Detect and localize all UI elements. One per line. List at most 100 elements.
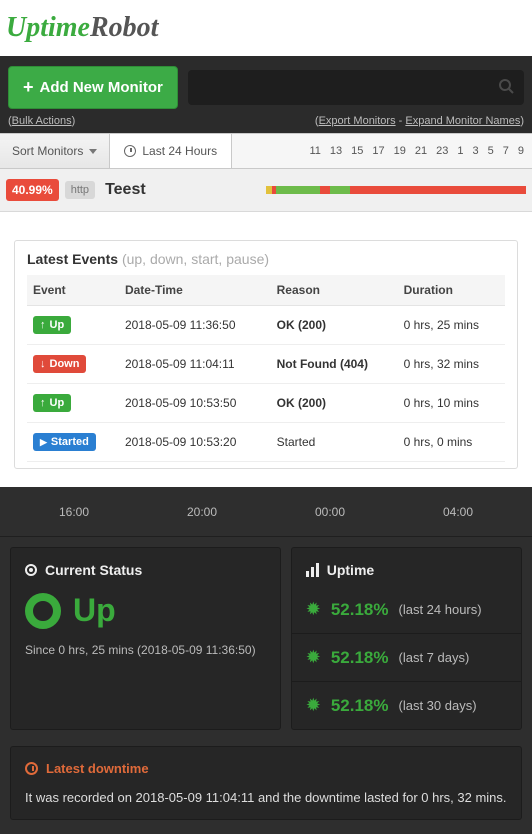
- hour-tick[interactable]: 21: [415, 145, 427, 157]
- time-axis: 16:00 20:00 00:00 04:00: [0, 487, 532, 537]
- cell: Not Found (404): [271, 345, 398, 384]
- status-ring-icon: [25, 593, 61, 629]
- status-value: Up: [73, 592, 116, 629]
- hour-tick[interactable]: 5: [488, 145, 494, 157]
- monitor-row[interactable]: 40.99% http Teest: [0, 169, 532, 212]
- arrow-down-icon: [40, 358, 46, 370]
- timeline-tick: 20:00: [187, 505, 217, 519]
- cell: 2018-05-09 10:53:20: [119, 423, 271, 462]
- logo[interactable]: UptimeRobot: [0, 0, 532, 56]
- col-reason: Reason: [271, 275, 398, 306]
- event-badge-down: Down: [33, 355, 86, 373]
- uptime-row: ✹ 52.18% (last 7 days): [292, 633, 521, 681]
- sort-label: Sort Monitors: [12, 144, 83, 158]
- cell: 2018-05-09 11:36:50: [119, 306, 271, 345]
- uptime-pct: 52.18%: [331, 696, 389, 716]
- monitor-name: Teest: [105, 181, 146, 199]
- downtime-title: Latest downtime: [46, 761, 149, 776]
- burst-icon: ✹: [306, 695, 321, 716]
- dashboard: 16:00 20:00 00:00 04:00 Current Status Up S…: [0, 487, 532, 834]
- monitor-type-badge: http: [65, 181, 95, 199]
- col-event: Event: [27, 275, 119, 306]
- downtime-text: It was recorded on 2018-05-09 11:04:11 a…: [25, 790, 507, 805]
- bulk-actions-link[interactable]: Bulk Actions: [12, 115, 72, 127]
- uptime-pct-badge: 40.99%: [6, 179, 59, 201]
- cell: 0 hrs, 25 mins: [398, 306, 505, 345]
- events-title: Latest Events (up, down, start, pause): [27, 251, 505, 267]
- col-datetime: Date-Time: [119, 275, 271, 306]
- clock-icon: [124, 145, 136, 157]
- hour-tick[interactable]: 7: [503, 145, 509, 157]
- search-icon[interactable]: [498, 78, 514, 97]
- hour-tick[interactable]: 13: [330, 145, 342, 157]
- hour-tick[interactable]: 11: [309, 145, 320, 157]
- arrow-up-icon: [40, 397, 46, 409]
- cell: OK (200): [271, 384, 398, 423]
- hour-tick[interactable]: 3: [473, 145, 479, 157]
- uptime-card: Uptime ✹ 52.18% (last 24 hours) ✹ 52.18% (las…: [291, 547, 522, 730]
- events-panel: Latest Events (up, down, start, pause) E…: [14, 240, 518, 469]
- table-row: Up 2018-05-09 11:36:50OK (200)0 hrs, 25 m…: [27, 306, 505, 345]
- hour-tick[interactable]: 9: [518, 145, 524, 157]
- time-range-label: Last 24 Hours: [142, 144, 217, 158]
- event-badge-up: Up: [33, 394, 71, 412]
- col-duration: Duration: [398, 275, 505, 306]
- current-status-card: Current Status Up Since 0 hrs, 25 mins (…: [10, 547, 281, 730]
- plus-icon: +: [23, 77, 34, 98]
- monitor-timeline-bar: [266, 186, 526, 194]
- logo-part1: Uptime: [6, 12, 90, 43]
- uptime-range: (last 7 days): [399, 650, 470, 665]
- events-table: Event Date-Time Reason Duration Up 2018-0…: [27, 275, 505, 462]
- add-monitor-label: Add New Monitor: [40, 79, 163, 96]
- hour-tick[interactable]: 17: [372, 145, 384, 157]
- timeline-tick: 16:00: [59, 505, 89, 519]
- expand-names-link[interactable]: Expand Monitor Names: [405, 115, 520, 127]
- status-icon: [25, 564, 37, 576]
- sort-monitors-button[interactable]: Sort Monitors: [0, 134, 110, 168]
- downtime-card: Latest downtime It was recorded on 2018-…: [10, 746, 522, 820]
- uptime-row: ✹ 52.18% (last 30 days): [292, 681, 521, 729]
- add-monitor-button[interactable]: + Add New Monitor: [8, 66, 178, 109]
- uptime-pct: 52.18%: [331, 648, 389, 668]
- table-row: Down 2018-05-09 11:04:11Not Found (404)0 …: [27, 345, 505, 384]
- uptime-range: (last 24 hours): [399, 602, 482, 617]
- cell: 2018-05-09 11:04:11: [119, 345, 271, 384]
- uptime-range: (last 30 days): [399, 698, 477, 713]
- cell: 0 hrs, 10 mins: [398, 384, 505, 423]
- hour-tick[interactable]: 19: [394, 145, 406, 157]
- hour-tick[interactable]: 23: [436, 145, 448, 157]
- export-monitors-link[interactable]: Export Monitors: [319, 115, 396, 127]
- search-wrap[interactable]: [188, 70, 524, 105]
- status-title: Current Status: [45, 562, 142, 578]
- cell: Started: [271, 423, 398, 462]
- uptime-title: Uptime: [327, 562, 374, 578]
- status-since: Since 0 hrs, 25 mins (2018-05-09 11:36:5…: [25, 643, 266, 657]
- clock-red-icon: [25, 762, 38, 775]
- uptime-row: ✹ 52.18% (last 24 hours): [292, 586, 521, 633]
- table-row: Up 2018-05-09 10:53:50OK (200)0 hrs, 10 m…: [27, 384, 505, 423]
- hour-tick[interactable]: 15: [351, 145, 363, 157]
- timeline-tick: 04:00: [443, 505, 473, 519]
- arrow-up-icon: [40, 319, 46, 331]
- play-icon: [40, 436, 47, 448]
- caret-down-icon: [89, 149, 97, 154]
- table-row: Started2018-05-09 10:53:20Started0 hrs, …: [27, 423, 505, 462]
- time-range-button[interactable]: Last 24 Hours: [110, 134, 232, 168]
- event-badge-started: Started: [33, 433, 96, 451]
- toolbar: + Add New Monitor (Bulk Actions) (Export…: [0, 56, 532, 133]
- uptime-pct: 52.18%: [331, 600, 389, 620]
- cell: 0 hrs, 0 mins: [398, 423, 505, 462]
- burst-icon: ✹: [306, 647, 321, 668]
- search-input[interactable]: [198, 80, 498, 95]
- cell: 2018-05-09 10:53:50: [119, 384, 271, 423]
- bars-icon: [306, 563, 319, 577]
- event-badge-up: Up: [33, 316, 71, 334]
- cell: 0 hrs, 32 mins: [398, 345, 505, 384]
- timeline-tick: 00:00: [315, 505, 345, 519]
- cell: OK (200): [271, 306, 398, 345]
- filter-bar: Sort Monitors Last 24 Hours 111315171921…: [0, 133, 532, 169]
- burst-icon: ✹: [306, 599, 321, 620]
- logo-part2: Robot: [90, 12, 158, 43]
- hours-axis: 1113151719212313579: [232, 134, 532, 168]
- hour-tick[interactable]: 1: [457, 145, 463, 157]
